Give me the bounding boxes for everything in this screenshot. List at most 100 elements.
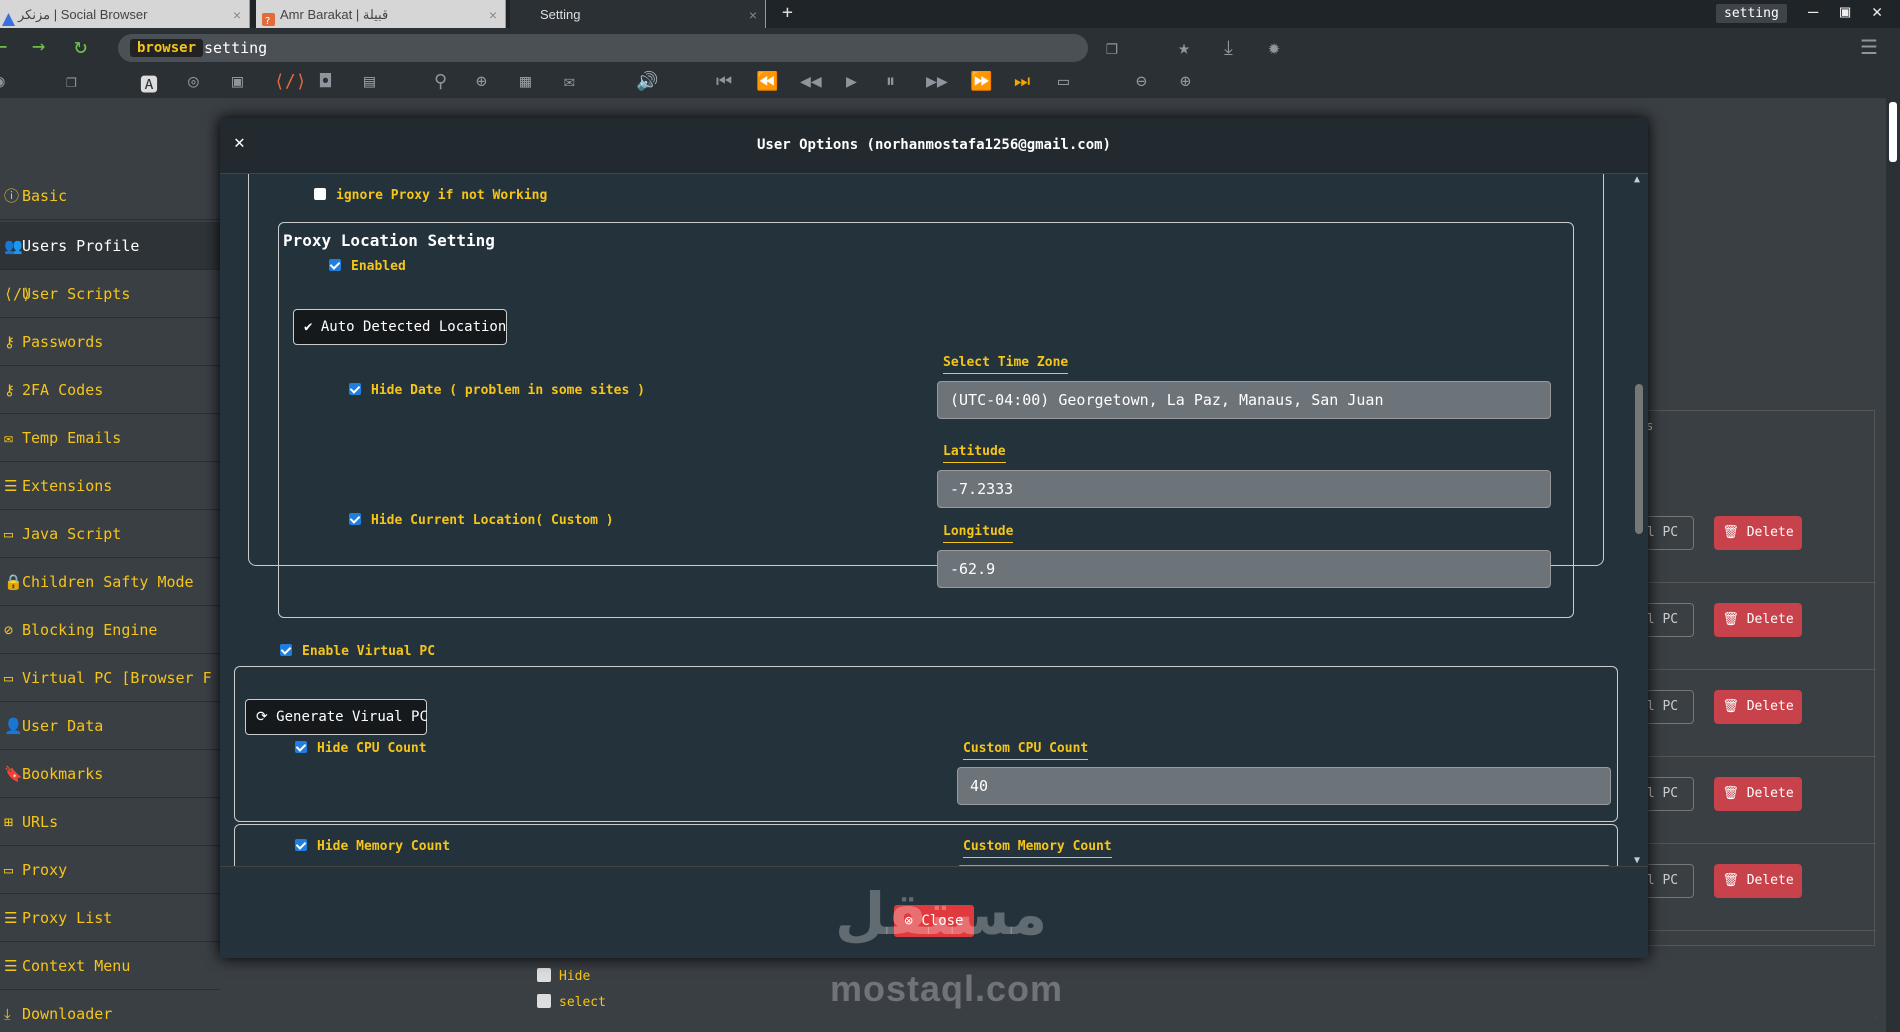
- lock-icon[interactable]: ▣: [232, 71, 243, 92]
- desktop-icon[interactable]: ▭: [1058, 71, 1069, 92]
- scroll-down-icon[interactable]: ▼: [1634, 855, 1640, 866]
- code-icon[interactable]: ⟨/⟩: [274, 71, 307, 92]
- sidebar-item-user-data[interactable]: 👤User Data: [0, 702, 220, 750]
- globe-icon[interactable]: ⊕: [476, 71, 487, 92]
- copy-icon[interactable]: ❐: [66, 71, 77, 92]
- sidebar-item-label: Bookmarks: [22, 765, 104, 783]
- sidebar-item-users-profile[interactable]: 👥Users Profile: [0, 222, 220, 270]
- sidebar-item-children-safty-mode[interactable]: 🔒Children Safty Mode: [0, 558, 220, 606]
- close-icon[interactable]: ×: [233, 0, 241, 30]
- new-tab-button[interactable]: +: [782, 2, 793, 23]
- globe-icon[interactable]: ◉: [0, 71, 5, 92]
- mail-icon[interactable]: ✉: [564, 71, 575, 92]
- page-scrollbar[interactable]: [1886, 98, 1900, 1032]
- hide-cpu-checkbox[interactable]: Hide CPU Count: [295, 741, 427, 756]
- timezone-select[interactable]: (UTC-04:00) Georgetown, La Paz, Manaus, …: [937, 381, 1551, 419]
- scroll-up-icon[interactable]: ▲: [1634, 174, 1640, 185]
- lock-icon: 🔒: [4, 573, 23, 591]
- select-checkbox[interactable]: select: [537, 994, 606, 1010]
- url-badge: browser: [130, 39, 204, 57]
- generate-virtual-pc-button[interactable]: ⟳ Generate Virual PC: [245, 699, 428, 735]
- fast-forward-icon[interactable]: ⏩: [970, 71, 992, 92]
- scrollbar-thumb[interactable]: [1635, 384, 1643, 534]
- zoom-out-icon[interactable]: ⊖: [1136, 71, 1147, 92]
- tab-amr-barakat[interactable]: ? Amr Barakat | قبيلة ×: [256, 0, 506, 28]
- sidebar-item-label: Downloader: [22, 1005, 113, 1023]
- hide-date-checkbox[interactable]: Hide Date ( problem in some sites ): [349, 383, 645, 398]
- save-icon[interactable]: ▤: [364, 71, 375, 92]
- toolbar: ◉ ❐ 🅰 ◎ ▣ ⟨/⟩ ◘ ▤ ⚲ ⊕ ▦ ✉ 🔊 ⏮ ⏪ ◀◀ ▶ ⏸ ▶…: [0, 68, 1900, 98]
- tab-setting[interactable]: Setting ×: [510, 0, 766, 28]
- bug-icon[interactable]: ✹: [1268, 35, 1280, 59]
- table-row: al PC 🗑 Delete: [1634, 757, 1876, 844]
- delete-button[interactable]: 🗑 Delete: [1714, 516, 1802, 550]
- close-icon[interactable]: ×: [749, 0, 757, 30]
- list-icon: ☰: [4, 909, 18, 927]
- url-input[interactable]: browser setting: [118, 34, 1088, 62]
- sidebar-item-downloader[interactable]: ⤓ Downloader: [0, 990, 220, 1032]
- briefcase-icon[interactable]: ▦: [520, 71, 531, 92]
- delete-button[interactable]: 🗑 Delete: [1714, 864, 1802, 898]
- sidebar-item-context-menu[interactable]: ☰ Context Menu: [0, 942, 220, 990]
- url-text: setting: [204, 39, 268, 57]
- site-favicon-icon: ?: [262, 7, 275, 27]
- enable-virtual-pc-checkbox[interactable]: Enable Virtual PC: [280, 644, 435, 659]
- sidebar-item-proxy-list[interactable]: ☰ Proxy List: [0, 894, 220, 942]
- close-icon[interactable]: ×: [489, 0, 497, 30]
- translate-icon[interactable]: 🅰: [140, 71, 158, 97]
- forward-icon[interactable]: ▶▶: [926, 71, 948, 92]
- chrome-icon[interactable]: ◎: [188, 71, 199, 92]
- forward-arrow-icon[interactable]: →: [32, 34, 45, 59]
- proxy-location-enabled-checkbox[interactable]: Enabled: [329, 259, 406, 274]
- download-icon[interactable]: ⤓: [1224, 35, 1233, 59]
- sidebar-item-temp-emails[interactable]: ✉ Temp Emails: [0, 414, 220, 462]
- tab-social-browser[interactable]: مزنكر | Social Browser ×: [0, 0, 250, 28]
- skip-start-icon[interactable]: ⏮: [716, 71, 732, 92]
- auto-detect-location-button[interactable]: ✔ Auto Detected Location: [293, 309, 507, 345]
- star-icon[interactable]: ★: [1178, 35, 1190, 59]
- menu-icon[interactable]: ☰: [1860, 35, 1878, 59]
- camera-icon[interactable]: ◘: [320, 71, 331, 92]
- location-icon[interactable]: ⚲: [434, 71, 447, 92]
- sidebar-item-passwords[interactable]: ⚷ Passwords: [0, 318, 220, 366]
- pause-icon[interactable]: ⏸: [886, 71, 895, 92]
- play-icon[interactable]: ▶: [846, 71, 857, 92]
- sidebar-item-2fa-codes[interactable]: ⚷ 2FA Codes: [0, 366, 220, 414]
- fast-backward-icon[interactable]: ⏪: [756, 71, 778, 92]
- back-arrow-icon[interactable]: ←: [0, 34, 7, 59]
- list-icon: ☰: [4, 477, 18, 495]
- delete-button[interactable]: 🗑 Delete: [1714, 777, 1802, 811]
- latitude-input[interactable]: -7.2333: [937, 470, 1551, 508]
- sidebar-item-proxy[interactable]: ▭ Proxy: [0, 846, 220, 894]
- sidebar-item-java-script[interactable]: ▭ Java Script: [0, 510, 220, 558]
- reload-icon[interactable]: ↻: [74, 34, 87, 59]
- hide-memory-checkbox[interactable]: Hide Memory Count: [295, 839, 450, 854]
- hide-location-checkbox[interactable]: Hide Current Location( Custom ): [349, 513, 614, 528]
- maximize-icon[interactable]: ▣: [1840, 2, 1850, 22]
- table-row: al PC 🗑 Delete: [1634, 844, 1876, 931]
- volume-icon[interactable]: 🔊: [636, 71, 658, 92]
- list-icon: ☰: [4, 957, 18, 975]
- sidebar-item-bookmarks[interactable]: 🔖Bookmarks: [0, 750, 220, 798]
- delete-button[interactable]: 🗑 Delete: [1714, 603, 1802, 637]
- delete-button[interactable]: 🗑 Delete: [1714, 690, 1802, 724]
- minimize-icon[interactable]: —: [1808, 2, 1818, 22]
- sidebar-item-basic[interactable]: ⓘ Basic: [0, 172, 220, 220]
- scrollbar-thumb[interactable]: [1889, 102, 1897, 162]
- zoom-in-icon[interactable]: ⊕: [1180, 71, 1191, 92]
- close-window-icon[interactable]: ✕: [1872, 2, 1882, 22]
- cpu-count-input[interactable]: 40: [957, 767, 1611, 805]
- sidebar-item-user-scripts[interactable]: ⟨/⟩User Scripts: [0, 270, 220, 318]
- timezone-label: Select Time Zone: [943, 355, 1069, 374]
- skip-end-icon[interactable]: ⏭: [1014, 71, 1030, 92]
- sidebar-item-extensions[interactable]: ☰ Extensions: [0, 462, 220, 510]
- copy-icon[interactable]: ❐: [1106, 35, 1118, 59]
- backward-icon[interactable]: ◀◀: [800, 71, 822, 92]
- delete-label: Delete: [1746, 525, 1794, 540]
- modal-scrollbar[interactable]: ▲ ▼: [1632, 174, 1646, 866]
- sidebar-item-urls[interactable]: ⊞ URLs: [0, 798, 220, 846]
- hide-checkbox[interactable]: Hide: [537, 968, 590, 984]
- longitude-input[interactable]: -62.9: [937, 550, 1551, 588]
- sidebar-item-blocking-engine[interactable]: ⊘ Blocking Engine: [0, 606, 220, 654]
- sidebar-item-virtual-pc[interactable]: ▭ Virtual PC [Browser F: [0, 654, 220, 702]
